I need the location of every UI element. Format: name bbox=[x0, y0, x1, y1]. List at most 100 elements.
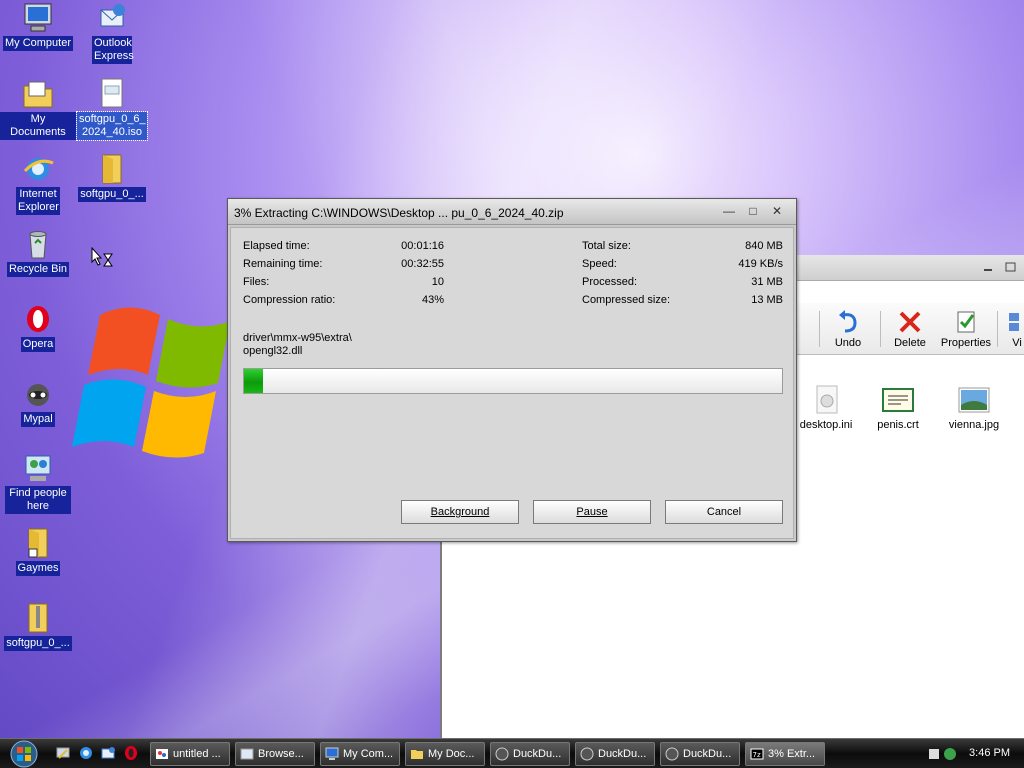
undo-button[interactable]: Undo bbox=[818, 309, 878, 349]
undo-icon bbox=[839, 310, 857, 333]
desktop-icon-label: My Documents bbox=[0, 112, 76, 140]
desktop-icon-softgpu-folder[interactable]: softgpu_0_... bbox=[74, 153, 150, 202]
svg-text:7z: 7z bbox=[753, 751, 761, 759]
taskbar-item-label: My Doc... bbox=[428, 748, 475, 760]
close-icon[interactable]: ✕ bbox=[766, 205, 788, 219]
compression-ratio-value: 43% bbox=[421, 294, 444, 306]
views-label: Vi bbox=[1012, 337, 1022, 349]
desktop-icon-label: softgpu_0_... bbox=[4, 636, 72, 651]
desktop-icon-mypal[interactable]: Mypal bbox=[0, 378, 76, 427]
outlook-express-icon bbox=[100, 4, 125, 27]
file-name: desktop.ini bbox=[799, 419, 853, 431]
taskbar-item[interactable]: untitled ... bbox=[150, 742, 230, 766]
taskbar-item[interactable]: DuckDu... bbox=[575, 742, 655, 766]
file-item[interactable]: desktop.ini bbox=[788, 385, 864, 431]
file-name: vienna.jpg bbox=[948, 419, 1000, 431]
paint-icon bbox=[156, 749, 168, 759]
processed-label: Processed: bbox=[582, 276, 638, 288]
opera-icon bbox=[27, 306, 49, 332]
progress-fill bbox=[244, 369, 264, 393]
pause-button[interactable]: Pause bbox=[533, 500, 651, 524]
duckduckgo-icon bbox=[495, 747, 509, 761]
desktop-icon-softgpu-zip[interactable]: softgpu_0_... bbox=[0, 602, 76, 651]
elapsed-time-label: Elapsed time: bbox=[243, 240, 310, 252]
properties-label: Properties bbox=[940, 337, 992, 349]
taskbar-item-label: My Com... bbox=[343, 748, 394, 760]
views-icon bbox=[1009, 313, 1019, 331]
recycle-bin-icon bbox=[29, 231, 47, 259]
processed-value: 31 MB bbox=[751, 276, 783, 288]
current-file-name: opengl32.dll bbox=[243, 345, 303, 357]
desktop-icon-find-people[interactable]: Find people here bbox=[0, 452, 76, 514]
dialog-titlebar[interactable]: 3% Extracting C:\WINDOWS\Desktop ... pu_… bbox=[228, 199, 796, 225]
desktop-icon-label: Recycle Bin bbox=[6, 262, 70, 277]
taskbar-item[interactable]: My Doc... bbox=[405, 742, 485, 766]
properties-button[interactable]: Properties bbox=[936, 309, 996, 349]
desktop-icon-internet-explorer[interactable]: Internet Explorer bbox=[0, 153, 76, 215]
maximize-icon[interactable]: □ bbox=[742, 205, 764, 219]
cancel-button-label: Cancel bbox=[706, 506, 742, 518]
views-button[interactable]: Vi bbox=[990, 309, 1024, 349]
desktop-icon-my-documents[interactable]: My Documents bbox=[0, 78, 76, 140]
desktop-icon-outlook-express[interactable]: Outlook Express bbox=[74, 2, 150, 64]
iso-file-icon bbox=[101, 78, 123, 108]
start-button[interactable] bbox=[4, 740, 44, 768]
desktop-icon-opera[interactable]: Opera bbox=[0, 303, 76, 352]
opera-icon[interactable] bbox=[123, 745, 139, 761]
taskbar-item[interactable]: My Com... bbox=[320, 742, 400, 766]
desktop-icon-softgpu-iso[interactable]: softgpu_0_6_ 2024_40.iso bbox=[74, 78, 150, 141]
speed-label: Speed: bbox=[582, 258, 617, 270]
remaining-time-value: 00:32:55 bbox=[401, 258, 444, 270]
7zip-icon: 7z bbox=[750, 748, 764, 760]
duckduckgo-icon bbox=[580, 747, 594, 761]
browser-icon bbox=[240, 748, 254, 760]
background-button[interactable]: Background bbox=[401, 500, 519, 524]
busy-cursor-icon bbox=[91, 247, 113, 267]
my-computer-icon bbox=[24, 3, 52, 32]
desktop-icon-my-computer[interactable]: My Computer bbox=[0, 2, 76, 51]
desktop-icon-label: Outlook Express bbox=[92, 36, 134, 64]
taskbar-item[interactable]: DuckDu... bbox=[660, 742, 740, 766]
files-label: Files: bbox=[243, 276, 270, 288]
taskbar-item-label: 3% Extr... bbox=[768, 748, 816, 760]
taskbar-item-label: DuckDu... bbox=[513, 748, 562, 760]
taskbar-item[interactable]: Browse... bbox=[235, 742, 315, 766]
minimize-icon[interactable] bbox=[982, 261, 996, 273]
duckduckgo-icon bbox=[665, 747, 679, 761]
current-file-path: driver\mmx-w95\extra\ opengl32.dll bbox=[243, 332, 352, 358]
cancel-button[interactable]: Cancel bbox=[665, 500, 783, 524]
folder-icon bbox=[102, 154, 122, 184]
remaining-time-label: Remaining time: bbox=[243, 258, 323, 270]
folder-shortcut-icon bbox=[28, 528, 48, 558]
taskbar-item[interactable]: DuckDu... bbox=[490, 742, 570, 766]
ini-file-icon bbox=[816, 385, 838, 414]
taskbar-item-label: Browse... bbox=[258, 748, 304, 760]
maximize-icon[interactable] bbox=[1004, 261, 1018, 273]
taskbar-item-active[interactable]: 7z 3% Extr... bbox=[745, 742, 825, 766]
compressed-size-label: Compressed size: bbox=[582, 294, 671, 306]
desktop-icon-gaymes[interactable]: Gaymes bbox=[0, 527, 76, 576]
desktop-icon-label: My Computer bbox=[2, 36, 74, 51]
delete-button[interactable]: Delete bbox=[880, 309, 940, 349]
minimize-icon[interactable]: — bbox=[718, 205, 740, 219]
outlook-express-icon[interactable] bbox=[100, 745, 116, 761]
show-desktop-icon[interactable] bbox=[55, 745, 71, 761]
taskbar-item-label: DuckDu... bbox=[683, 748, 732, 760]
file-item[interactable]: vienna.jpg bbox=[936, 385, 1012, 431]
desktop-icon-recycle-bin[interactable]: Recycle Bin bbox=[0, 228, 76, 277]
extraction-progress-bar bbox=[243, 368, 783, 394]
internet-explorer-icon[interactable] bbox=[78, 745, 94, 761]
delete-icon bbox=[899, 311, 921, 333]
file-item[interactable]: penis.crt bbox=[860, 385, 936, 431]
dialog-body: Elapsed time: 00:01:16 Remaining time: 0… bbox=[230, 227, 794, 539]
desktop-icon-label: softgpu_0_6_ 2024_40.iso bbox=[76, 111, 148, 141]
files-value: 10 bbox=[431, 276, 444, 288]
my-computer-icon bbox=[325, 747, 339, 760]
clock[interactable]: 3:46 PM bbox=[969, 747, 1010, 759]
background-button-label: Background bbox=[430, 506, 490, 518]
current-folder: driver\mmx-w95\extra\ bbox=[243, 332, 352, 344]
extraction-dialog: 3% Extracting C:\WINDOWS\Desktop ... pu_… bbox=[227, 198, 797, 542]
pause-button-label: Pause bbox=[576, 506, 608, 518]
speed-value: 419 KB/s bbox=[738, 258, 783, 270]
system-tray-icons[interactable] bbox=[928, 746, 960, 762]
